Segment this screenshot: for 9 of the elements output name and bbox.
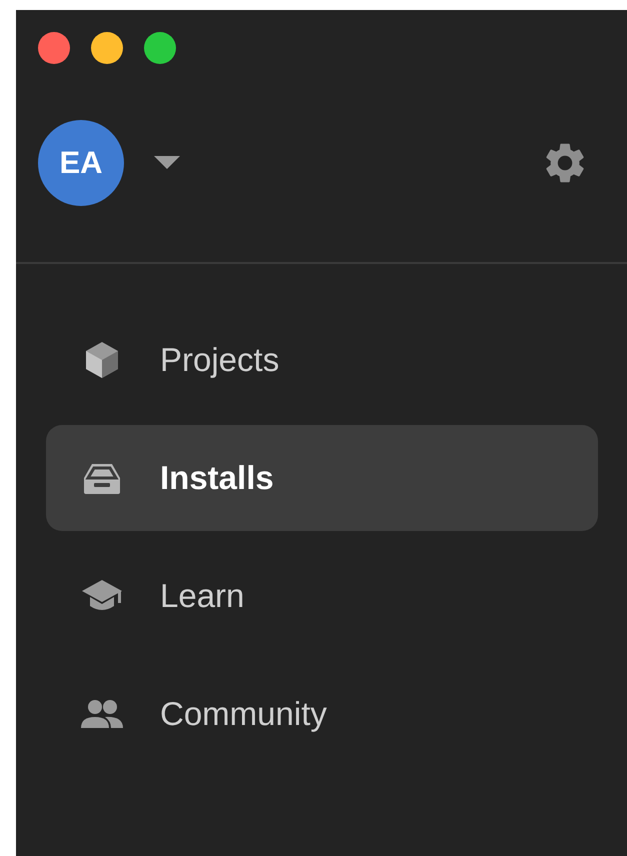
caret-icon[interactable]	[154, 156, 180, 170]
nav-item[interactable]: Community	[46, 661, 598, 767]
window-button[interactable]	[91, 32, 123, 64]
nav-item[interactable]: Learn	[46, 543, 598, 649]
nav-item[interactable]: Installs	[46, 425, 598, 531]
window-button[interactable]	[38, 32, 70, 64]
account-avatar[interactable]: EA	[38, 120, 124, 206]
nav-item[interactable]: Projects	[46, 307, 598, 413]
window-button[interactable]	[144, 32, 176, 64]
